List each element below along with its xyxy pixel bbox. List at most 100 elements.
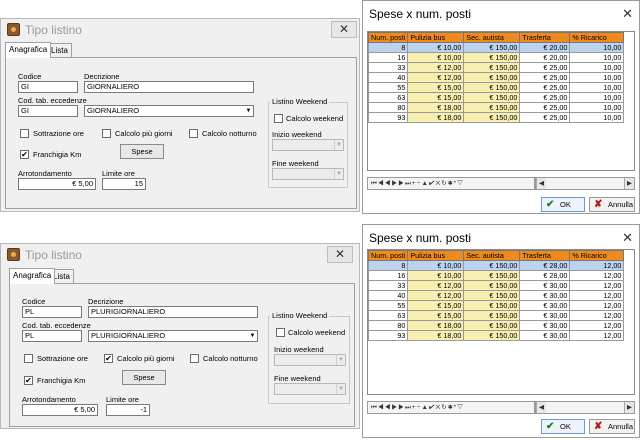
calcolo-notturno-checkbox[interactable] <box>190 354 199 363</box>
table-cell[interactable]: € 30,00 <box>519 280 571 291</box>
table-cell[interactable]: € 150,00 <box>463 260 521 271</box>
ok-button[interactable]: ✔ OK <box>541 197 585 212</box>
close-icon[interactable]: ✕ <box>327 246 353 263</box>
table-cell[interactable]: 80 <box>368 320 409 331</box>
calcolo-weekend-checkbox[interactable] <box>276 328 285 337</box>
inizio-weekend-select[interactable]: ▼ <box>272 139 344 151</box>
annulla-button[interactable]: ✘ Annulla <box>589 197 635 212</box>
table-row[interactable]: 16 € 10,00 € 150,00 € 28,00 12,00 <box>368 270 625 281</box>
chevron-down-icon[interactable]: ▼ <box>244 106 253 116</box>
table-row[interactable]: 63 € 15,00 € 150,00 € 25,00 10,00 <box>368 92 625 103</box>
table-row[interactable]: 33 € 12,00 € 150,00 € 30,00 12,00 <box>368 280 625 291</box>
table-cell[interactable]: € 150,00 <box>463 280 521 291</box>
table-cell[interactable]: € 15,00 <box>407 92 465 103</box>
table-cell[interactable]: 8 <box>368 42 409 53</box>
table-row[interactable]: 55 € 15,00 € 150,00 € 25,00 10,00 <box>368 82 625 93</box>
table-cell[interactable]: 16 <box>368 270 409 281</box>
table-row[interactable]: 80 € 18,00 € 150,00 € 30,00 12,00 <box>368 320 625 331</box>
table-cell[interactable]: 33 <box>368 62 409 73</box>
tab-anagrafica[interactable]: Anagrafica <box>9 268 56 284</box>
column-header[interactable]: Pulizia bus <box>407 32 465 43</box>
table-row[interactable]: 93 € 18,00 € 150,00 € 30,00 12,00 <box>368 330 625 341</box>
table-cell[interactable]: € 150,00 <box>463 72 521 83</box>
table-row[interactable]: 33 € 12,00 € 150,00 € 25,00 10,00 <box>368 62 625 73</box>
table-cell[interactable]: € 150,00 <box>463 42 521 53</box>
table-cell[interactable]: € 25,00 <box>519 82 571 93</box>
table-cell[interactable]: 12,00 <box>569 290 625 301</box>
spese-button[interactable]: Spese <box>122 370 166 385</box>
arrotondamento-input[interactable]: € 5,00 <box>22 404 98 416</box>
table-cell[interactable]: 10,00 <box>569 102 625 113</box>
table-cell[interactable]: € 10,00 <box>407 270 465 281</box>
table-cell[interactable]: € 30,00 <box>519 320 571 331</box>
table-cell[interactable]: € 10,00 <box>407 260 465 271</box>
table-cell[interactable]: € 10,00 <box>407 42 465 53</box>
table-cell[interactable]: € 30,00 <box>519 310 571 321</box>
table-cell[interactable]: 8 <box>368 260 409 271</box>
chevron-down-icon[interactable]: ▼ <box>334 140 343 150</box>
column-header[interactable]: Trasferta <box>519 250 571 261</box>
table-cell[interactable]: 12,00 <box>569 330 625 341</box>
table-cell[interactable]: 10,00 <box>569 72 625 83</box>
table-cell[interactable]: € 150,00 <box>463 290 521 301</box>
navigator-bar[interactable]: ⏮◀◀▶▶⏭+−▲✔✕↻✱*▽ <box>367 177 535 190</box>
table-cell[interactable]: € 18,00 <box>407 102 465 113</box>
table-row[interactable]: 63 € 15,00 € 150,00 € 30,00 12,00 <box>368 310 625 321</box>
scroll-left-icon[interactable]: ◀ <box>536 402 546 413</box>
annulla-button[interactable]: ✘ Annulla <box>589 419 635 434</box>
chevron-down-icon[interactable]: ▼ <box>336 384 345 394</box>
limite-ore-input[interactable]: -1▲▼ <box>106 404 150 416</box>
table-cell[interactable]: € 18,00 <box>407 112 465 123</box>
table-cell[interactable]: 12,00 <box>569 280 625 291</box>
table-row[interactable]: 16 € 10,00 € 150,00 € 20,00 10,00 <box>368 52 625 63</box>
table-cell[interactable]: 10,00 <box>569 82 625 93</box>
table-cell[interactable]: 16 <box>368 52 409 63</box>
table-cell[interactable]: € 150,00 <box>463 62 521 73</box>
chevron-down-icon[interactable]: ▼ <box>336 355 345 365</box>
cod-tab-select[interactable]: GIORNALIERO ▼ <box>84 105 254 117</box>
navigator-buttons[interactable]: ⏮◀◀▶▶⏭+−▲✔✕↻✱*▽ <box>371 404 464 411</box>
column-header[interactable]: Sec. autista <box>463 32 521 43</box>
table-cell[interactable]: 12,00 <box>569 320 625 331</box>
table-cell[interactable]: € 20,00 <box>519 52 571 63</box>
table-cell[interactable]: 10,00 <box>569 112 625 123</box>
table-row[interactable]: 93 € 18,00 € 150,00 € 25,00 10,00 <box>368 112 625 123</box>
close-icon[interactable]: ✕ <box>622 230 633 246</box>
table-cell[interactable]: € 150,00 <box>463 92 521 103</box>
table-cell[interactable]: € 18,00 <box>407 320 465 331</box>
codice-input[interactable]: PL <box>22 306 82 318</box>
franchigia-km-checkbox[interactable]: ✔ <box>20 150 29 159</box>
table-cell[interactable]: € 150,00 <box>463 112 521 123</box>
table-cell[interactable]: 12,00 <box>569 260 625 271</box>
ok-button[interactable]: ✔ OK <box>541 419 585 434</box>
table-row[interactable]: 80 € 18,00 € 150,00 € 25,00 10,00 <box>368 102 625 113</box>
table-cell[interactable]: € 150,00 <box>463 82 521 93</box>
column-header[interactable]: Pulizia bus <box>407 250 465 261</box>
table-cell[interactable]: € 25,00 <box>519 62 571 73</box>
arrotondamento-input[interactable]: € 5,00 <box>18 178 96 190</box>
close-icon[interactable]: ✕ <box>331 21 357 38</box>
sottrazione-ore-checkbox[interactable] <box>24 354 33 363</box>
table-cell[interactable]: 40 <box>368 290 409 301</box>
column-header[interactable]: % Ricarico <box>569 250 625 261</box>
table-cell[interactable]: € 150,00 <box>463 310 521 321</box>
navigator-buttons[interactable]: ⏮◀◀▶▶⏭+−▲✔✕↻✱*▽ <box>371 180 464 187</box>
table-row[interactable]: 55 € 15,00 € 150,00 € 30,00 12,00 <box>368 300 625 311</box>
column-header[interactable]: Num. posti <box>368 32 409 43</box>
limite-ore-input[interactable]: 15▲▼ <box>102 178 146 190</box>
table-cell[interactable]: 10,00 <box>569 92 625 103</box>
table-cell[interactable]: € 12,00 <box>407 62 465 73</box>
table-cell[interactable]: € 25,00 <box>519 72 571 83</box>
table-cell[interactable]: € 150,00 <box>463 270 521 281</box>
table-cell[interactable]: 93 <box>368 330 409 341</box>
table-cell[interactable]: € 150,00 <box>463 102 521 113</box>
horizontal-scrollbar[interactable]: ◀ ▶ <box>535 401 635 414</box>
table-row[interactable]: 40 € 12,00 € 150,00 € 25,00 10,00 <box>368 72 625 83</box>
franchigia-km-checkbox[interactable]: ✔ <box>24 376 33 385</box>
table-cell[interactable]: € 30,00 <box>519 290 571 301</box>
table-cell[interactable]: € 15,00 <box>407 82 465 93</box>
table-cell[interactable]: € 150,00 <box>463 300 521 311</box>
table-cell[interactable]: 93 <box>368 112 409 123</box>
table-cell[interactable]: € 20,00 <box>519 42 571 53</box>
column-header[interactable]: % Ricarico <box>569 32 625 43</box>
